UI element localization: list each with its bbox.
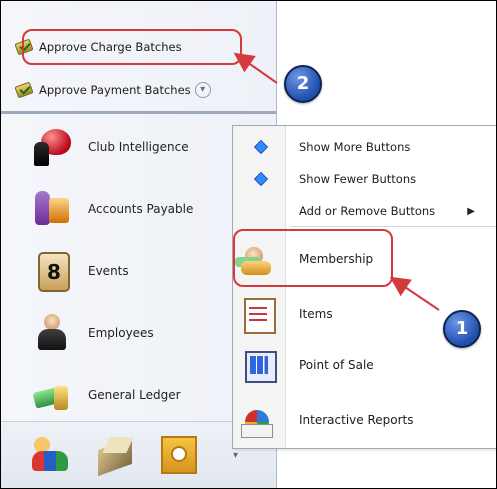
add-remove-buttons-label: Add or Remove Buttons xyxy=(299,204,436,218)
approve-payment-batches-label: Approve Payment Batches xyxy=(39,83,191,97)
callout-1-badge: 1 xyxy=(443,310,481,348)
club-intelligence-button[interactable]: Club Intelligence xyxy=(34,123,264,171)
callout-2-badge: 2 xyxy=(284,65,322,103)
club-intelligence-label: Club Intelligence xyxy=(88,140,189,154)
events-label: Events xyxy=(88,264,129,278)
nav-divider xyxy=(1,111,276,114)
approve-payment-icon xyxy=(15,81,33,99)
menu-divider xyxy=(291,226,496,227)
interactive-reports-menu-item[interactable]: Interactive Reports xyxy=(233,393,496,447)
general-ledger-icon xyxy=(34,376,72,414)
add-remove-icon xyxy=(252,203,268,219)
accounts-payable-label: Accounts Payable xyxy=(88,202,194,216)
show-more-buttons-label: Show More Buttons xyxy=(299,140,411,154)
accounts-payable-icon xyxy=(34,190,72,228)
people-icon[interactable] xyxy=(32,434,72,474)
screenshot-frame: Approve Charge Batches Approve Payment B… xyxy=(0,0,497,489)
show-fewer-buttons-menu-item[interactable]: Show Fewer Buttons xyxy=(233,163,496,195)
accounts-payable-button[interactable]: Accounts Payable xyxy=(34,185,264,233)
general-ledger-button[interactable]: General Ledger xyxy=(34,371,264,419)
submenu-arrow-icon: ▶ xyxy=(467,205,475,217)
approve-payment-batches-item[interactable]: Approve Payment Batches ▾ xyxy=(15,77,211,103)
club-intelligence-icon xyxy=(34,128,72,166)
show-fewer-icon xyxy=(252,171,268,187)
approve-charge-highlight xyxy=(22,29,242,65)
overflow-menu: Show More Buttons Show Fewer Buttons Add… xyxy=(232,125,496,449)
configure-buttons-chevron-icon[interactable]: ▾ xyxy=(233,450,238,461)
events-icon xyxy=(34,252,72,292)
membership-highlight xyxy=(233,229,393,287)
employees-label: Employees xyxy=(88,326,154,340)
items-icon xyxy=(241,296,277,334)
report-icon[interactable] xyxy=(159,434,199,474)
show-more-buttons-menu-item[interactable]: Show More Buttons xyxy=(233,131,496,163)
point-of-sale-icon xyxy=(241,347,277,383)
events-button[interactable]: Events xyxy=(34,247,264,295)
general-ledger-label: General Ledger xyxy=(88,388,181,402)
show-more-icon xyxy=(252,139,268,155)
more-options-button[interactable]: ▾ xyxy=(194,82,211,98)
items-label: Items xyxy=(299,307,333,321)
box-icon[interactable] xyxy=(96,434,136,474)
add-remove-buttons-menu-item[interactable]: Add or Remove Buttons ▶ xyxy=(233,195,496,227)
point-of-sale-label: Point of Sale xyxy=(299,358,374,372)
employees-icon xyxy=(34,314,72,352)
interactive-reports-icon xyxy=(241,402,277,438)
employees-button[interactable]: Employees xyxy=(34,309,264,357)
interactive-reports-label: Interactive Reports xyxy=(299,413,414,427)
show-fewer-buttons-label: Show Fewer Buttons xyxy=(299,172,417,186)
